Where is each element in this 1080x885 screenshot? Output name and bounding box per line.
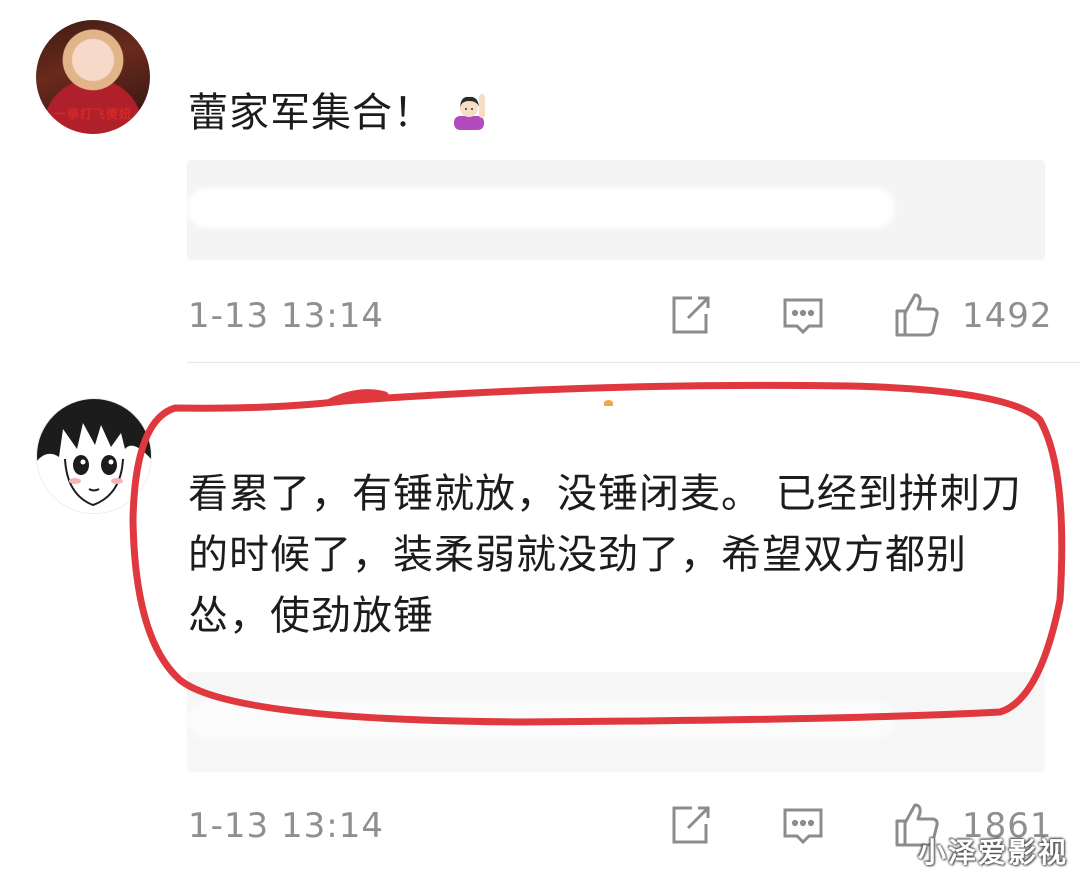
anime-avatar-icon — [37, 399, 151, 513]
like-count: 1492 — [962, 296, 1053, 336]
timestamp: 1-13 13:14 — [188, 806, 384, 846]
comment-text: 蕾家军集合！ — [188, 83, 490, 144]
user-avatar[interactable] — [36, 398, 152, 514]
thumbs-up-icon[interactable] — [893, 291, 941, 339]
comment-body: 蕾家军集合！ — [188, 90, 434, 136]
comment-text: 看累了，有锤就放，没锤闭麦。 已经到拼刺刀的时候了，装柔弱就没劲了，希望双方都别… — [188, 471, 1022, 639]
orange-marker — [604, 400, 613, 406]
comment-meta-row: 1-13 13:14 1492 — [0, 286, 1080, 346]
comment-divider — [187, 362, 1080, 363]
timestamp: 1-13 13:14 — [188, 296, 384, 336]
comment-icon[interactable] — [781, 294, 825, 338]
user-avatar[interactable]: 一拳打飞傻妞 — [36, 20, 150, 134]
comment-icon[interactable] — [781, 804, 825, 848]
avatar-caption: 一拳打飞傻妞 — [53, 107, 132, 121]
blurred-line — [187, 700, 895, 740]
forward-icon[interactable] — [668, 804, 712, 848]
quoted-content-card[interactable] — [187, 672, 1045, 772]
blurred-line — [187, 188, 895, 228]
raise-hand-emoji-icon — [454, 94, 485, 130]
watermark: 小泽爱影视 — [917, 836, 1068, 869]
forward-icon[interactable] — [668, 294, 712, 338]
quoted-content-card[interactable] — [187, 160, 1045, 260]
